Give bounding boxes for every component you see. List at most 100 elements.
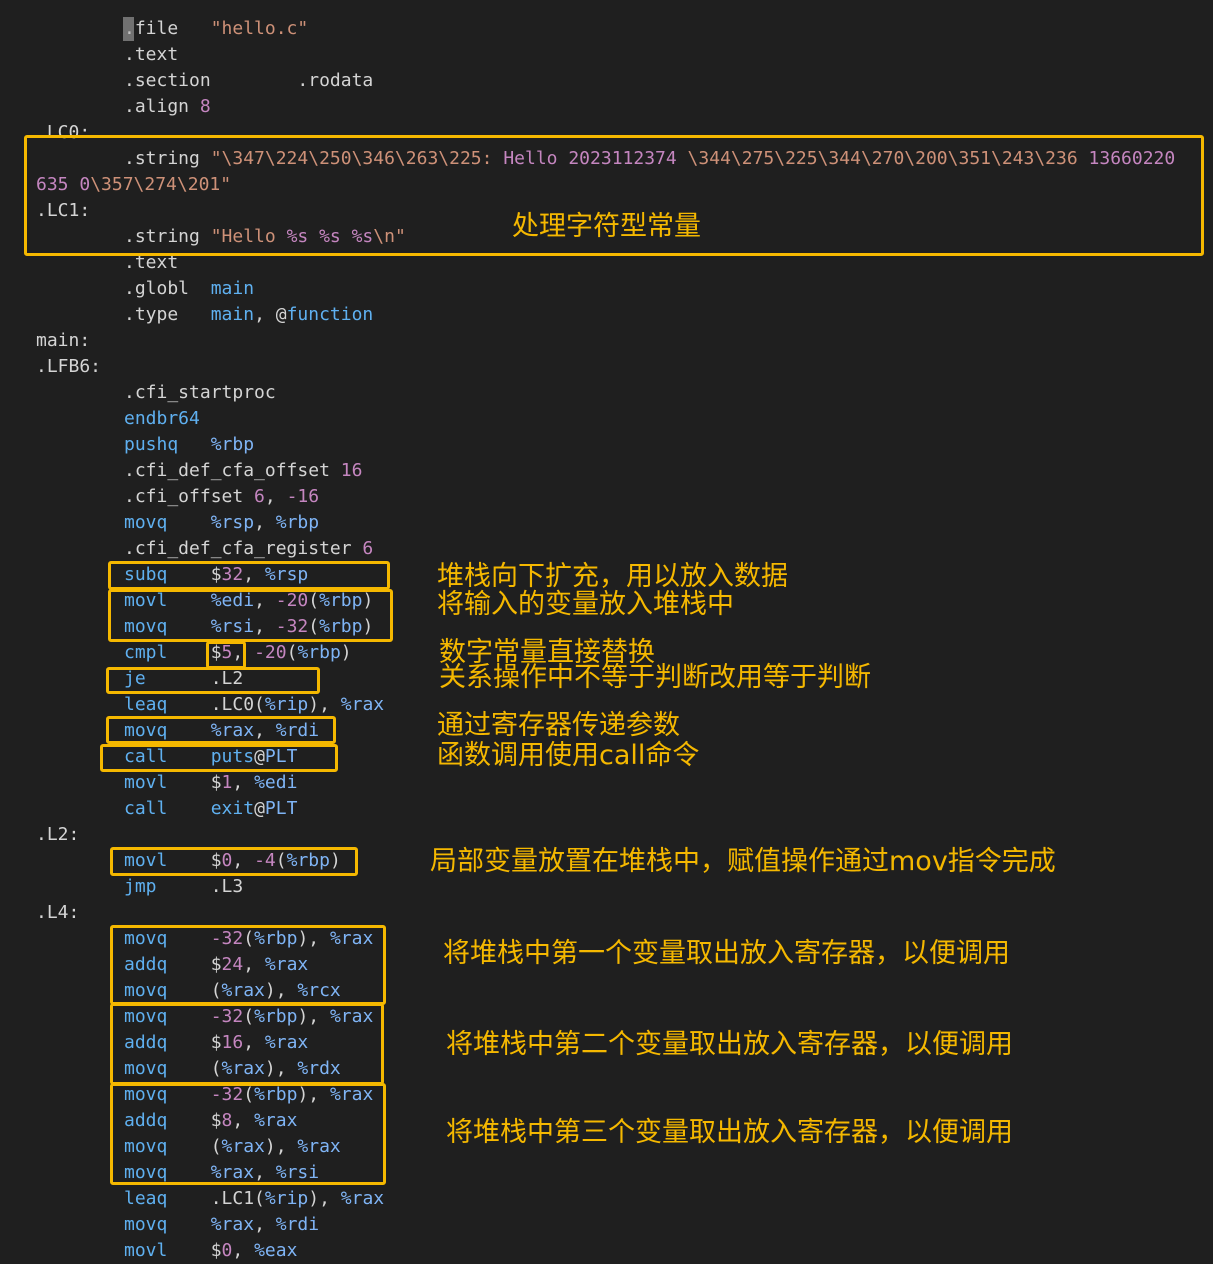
assembly-code-editor[interactable]: .file "hello.c" .text .section .rodata .ali… [0,0,1213,1263]
code-token: function [286,304,374,325]
code-line[interactable]: endbr64 [124,406,200,432]
code-line[interactable]: .LFB6: [36,354,101,380]
code-token: PLT [264,798,298,819]
code-token: movq [124,1136,168,1157]
code-line[interactable]: call exit@PLT [124,796,297,822]
code-token: movq [124,980,168,1001]
code-token: %rdi [275,720,320,741]
code-line[interactable]: addq $24, %rax [124,952,308,978]
code-line[interactable]: movl $1, %edi [124,770,297,796]
code-line[interactable]: movq (%rax), %rdx [124,1056,341,1082]
note-call-instr: 函数调用使用call命令 [437,740,700,771]
code-line[interactable]: .text [124,42,178,68]
code-line[interactable]: .cfi_startproc [124,380,276,406]
code-line[interactable]: .cfi_offset 6, -16 [124,484,319,510]
code-line[interactable]: movq (%rax), %rax [124,1134,341,1160]
code-token: %rsp [167,512,255,533]
code-line[interactable]: leaq .LC1(%rip), %rax [124,1186,384,1212]
code-token: .L2 [145,668,244,689]
code-token: , [243,954,265,975]
code-line[interactable]: addq $8, %rax [124,1108,297,1134]
code-line[interactable]: main: [36,328,90,354]
code-token: -32 [210,1084,244,1105]
code-token: ( [243,1006,255,1027]
code-line[interactable]: addq $16, %rax [124,1030,308,1056]
code-line[interactable]: movq %rax, %rdi [124,718,319,744]
code-line[interactable]: .type main, @function [124,302,373,328]
code-token: .LC0: [36,122,91,143]
code-line[interactable]: movq -32(%rbp), %rax [124,1082,373,1108]
code-line[interactable]: .LC1: [36,198,90,224]
note-arg-1: 将堆栈中第一个变量取出放入寄存器，以便调用 [443,938,1010,969]
code-line[interactable]: movl $0, %eax [124,1238,297,1264]
code-token: %rax [329,928,374,949]
code-line[interactable]: .align 8 [124,94,211,120]
code-token: ( [308,590,320,611]
code-token: 8 [221,1110,233,1131]
code-token: , [232,1240,255,1261]
code-line[interactable]: .string "\347\224\250\346\263\225: Hello… [124,146,1175,172]
code-line[interactable]: .text [124,250,178,276]
code-token: puts [210,746,255,767]
code-token: 5 [221,642,233,663]
code-line[interactable]: movq -32(%rbp), %rax [124,926,373,952]
code-token: movq [124,1162,168,1183]
code-line[interactable]: cmpl $5, -20(%rbp) [124,640,352,666]
code-line[interactable]: movq %rax, %rdi [124,1212,319,1238]
code-token: 16 [221,1032,244,1053]
code-token: %rax [221,1058,265,1079]
code-token: 8 [199,96,211,117]
code-token: movl [124,590,168,611]
code-line[interactable]: .L4: [36,900,79,926]
code-token: exit [210,798,255,819]
code-line[interactable]: movq %rsp, %rbp [124,510,319,536]
code-token: movq [124,928,168,949]
code-token: $ [167,564,222,585]
code-line[interactable]: je .L2 [124,666,243,692]
code-line[interactable]: .cfi_def_cfa_offset 16 [124,458,362,484]
code-token: %rbp [286,850,330,871]
code-token: je [124,668,146,689]
code-token: .align [124,96,200,117]
code-token: .LC0( [167,694,265,715]
code-line[interactable]: pushq %rbp [124,432,254,458]
code-token: , [243,564,265,585]
code-line[interactable]: .globl main [124,276,254,302]
code-token: , [254,720,276,741]
code-line[interactable]: .cfi_def_cfa_register 6 [124,536,373,562]
code-token: $ [167,1110,222,1131]
code-token: movq [124,1084,168,1105]
code-line[interactable]: .LC0: [36,120,90,146]
code-line[interactable]: .L2: [36,822,79,848]
code-line[interactable]: movq -32(%rbp), %rax [124,1004,373,1030]
code-line[interactable]: movl $0, -4(%rbp) [124,848,341,874]
code-token: ), [297,1084,330,1105]
code-token: -32 [210,928,244,949]
code-line[interactable]: movq (%rax), %rcx [124,978,341,1004]
code-line[interactable]: .section .rodata [124,68,373,94]
code-token: .LFB6: [36,356,102,377]
note-arg-2: 将堆栈中第二个变量取出放入寄存器，以便调用 [446,1029,1013,1060]
code-token: -16 [286,486,320,507]
code-line[interactable]: .file "hello.c" [124,16,308,42]
code-line[interactable]: movq %rsi, -32(%rbp) [124,614,373,640]
code-line[interactable]: movl %edi, -20(%rbp) [124,588,373,614]
code-token: \344\275\225\344\270\200\351\243\236 [676,148,1089,169]
code-token: ) [329,850,341,871]
code-line[interactable]: jmp .L3 [124,874,243,900]
code-line[interactable]: subq $32, %rsp [124,562,308,588]
code-token: %rax [329,1006,374,1027]
code-token: %rsi [167,616,255,637]
code-token: ) [362,590,374,611]
code-line[interactable]: .string "Hello %s %s %s\n" [124,224,406,250]
code-token: .globl [124,278,211,299]
code-token: ) [362,616,374,637]
code-token: %s %s %s [286,226,374,247]
code-line[interactable]: leaq .LC0(%rip), %rax [124,692,384,718]
code-token: "\347\224\250\346\263\225: [210,148,504,169]
code-line[interactable]: movq %rax, %rsi [124,1160,319,1186]
note-local-var: 局部变量放置在堆栈中，赋值操作通过mov指令完成 [430,846,1056,877]
code-line[interactable]: 635 0\357\274\201" [36,172,231,198]
code-line[interactable]: call puts@PLT [124,744,297,770]
